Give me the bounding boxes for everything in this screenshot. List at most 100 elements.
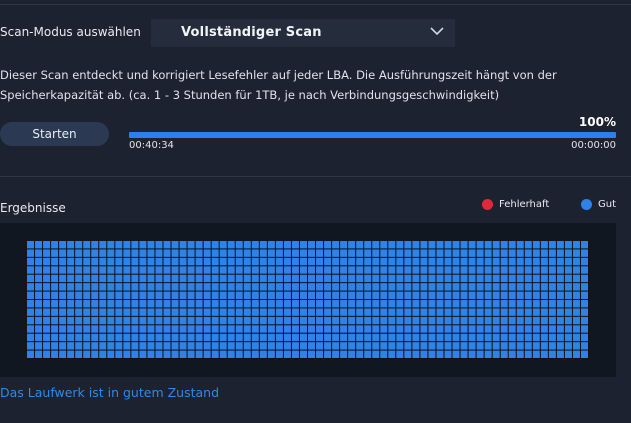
sector-block-good xyxy=(227,333,235,342)
sector-block-good xyxy=(548,342,556,350)
sector-block-good xyxy=(59,316,67,325)
sector-block-good xyxy=(83,333,91,342)
sector-block-good xyxy=(452,249,460,257)
sector-block-good xyxy=(259,266,267,274)
sector-block-good xyxy=(444,342,452,350)
sector-block-good xyxy=(91,325,99,333)
sector-block-good xyxy=(348,249,356,257)
sector-block-good xyxy=(59,325,67,333)
sector-block-good xyxy=(243,257,251,266)
sector-block-good xyxy=(572,283,580,291)
sector-block-good xyxy=(324,333,332,342)
sector-block-good xyxy=(516,316,524,325)
sector-block-good xyxy=(436,283,444,291)
sector-block-good xyxy=(412,291,420,299)
sector-block-good xyxy=(572,333,580,342)
sector-block-good xyxy=(404,325,412,333)
sector-block-good xyxy=(91,350,99,358)
sector-block-good xyxy=(372,308,380,316)
sector-block-good xyxy=(468,283,476,291)
sector-block-good xyxy=(580,316,588,325)
sector-block-good xyxy=(452,291,460,299)
sector-block-good xyxy=(508,316,516,325)
sector-block-good xyxy=(67,291,75,299)
sector-block-good xyxy=(564,249,572,257)
sector-block-good xyxy=(420,291,428,299)
sector-block-good xyxy=(83,342,91,350)
sector-block-good xyxy=(308,333,316,342)
sector-block-good xyxy=(203,291,211,299)
sector-block-good xyxy=(211,325,219,333)
sector-block-good xyxy=(259,274,267,283)
sector-block-good xyxy=(51,257,59,266)
sector-block-good xyxy=(476,283,484,291)
sector-block-good xyxy=(388,333,396,342)
sector-block-good xyxy=(500,325,508,333)
sector-block-good xyxy=(372,266,380,274)
sector-block-good xyxy=(195,274,203,283)
sector-block-good xyxy=(171,325,179,333)
scan-mode-dropdown[interactable]: Vollständiger Scan xyxy=(151,19,455,47)
sector-block-good xyxy=(532,342,540,350)
sector-block-good xyxy=(348,274,356,283)
drive-status-message: Das Laufwerk ist in gutem Zustand xyxy=(0,385,220,400)
sector-block-good xyxy=(388,308,396,316)
sector-block-good xyxy=(171,266,179,274)
sector-block-good xyxy=(187,266,195,274)
sector-block-good xyxy=(299,333,307,342)
sector-block-good xyxy=(428,342,436,350)
sector-block-good xyxy=(340,300,348,308)
sector-block-good xyxy=(500,291,508,299)
sector-block-good xyxy=(67,333,75,342)
sector-block-good xyxy=(380,241,388,249)
sector-block-good xyxy=(83,249,91,257)
sector-block-good xyxy=(27,283,35,291)
sector-block-good xyxy=(316,308,324,316)
sector-block-good xyxy=(91,266,99,274)
sector-block-good xyxy=(332,308,340,316)
sector-block-good xyxy=(404,241,412,249)
sector-block-good xyxy=(348,241,356,249)
sector-block-good xyxy=(267,325,275,333)
sector-block-good xyxy=(75,249,83,257)
sector-block-good xyxy=(163,274,171,283)
sector-block-good xyxy=(99,300,107,308)
sector-block-good xyxy=(332,241,340,249)
sector-block-good xyxy=(91,300,99,308)
sector-block-good xyxy=(556,266,564,274)
sector-block-good xyxy=(452,308,460,316)
sector-block-good xyxy=(235,300,243,308)
sector-block-good xyxy=(492,350,500,358)
sector-block-good xyxy=(171,283,179,291)
sector-block-good xyxy=(316,283,324,291)
sector-block-good xyxy=(420,308,428,316)
sector-block-good xyxy=(35,249,43,257)
sector-block-good xyxy=(235,291,243,299)
sector-block-good xyxy=(115,308,123,316)
sector-block-good xyxy=(187,350,195,358)
sector-block-good xyxy=(275,291,283,299)
sector-block-good xyxy=(227,249,235,257)
sector-block-good xyxy=(227,308,235,316)
sector-block-good xyxy=(308,325,316,333)
sector-block-good xyxy=(580,350,588,358)
sector-block-good xyxy=(219,300,227,308)
sector-block-good xyxy=(211,241,219,249)
sector-block-good xyxy=(259,325,267,333)
start-button[interactable]: Starten xyxy=(0,122,109,146)
sector-block-good xyxy=(123,266,131,274)
sector-block-good xyxy=(564,316,572,325)
sector-block-good xyxy=(508,257,516,266)
sector-block-good xyxy=(532,283,540,291)
legend-good-label: Gut xyxy=(598,199,617,210)
sector-block-good xyxy=(564,300,572,308)
sector-block-good xyxy=(580,333,588,342)
scan-mode-selected-value: Vollständiger Scan xyxy=(181,25,322,40)
sector-block-good xyxy=(43,257,51,266)
sector-block-good xyxy=(356,342,364,350)
sector-block-good xyxy=(139,283,147,291)
sector-block-good xyxy=(283,257,291,266)
sector-block-good xyxy=(340,257,348,266)
sector-block-good xyxy=(139,257,147,266)
sector-block-good xyxy=(468,333,476,342)
